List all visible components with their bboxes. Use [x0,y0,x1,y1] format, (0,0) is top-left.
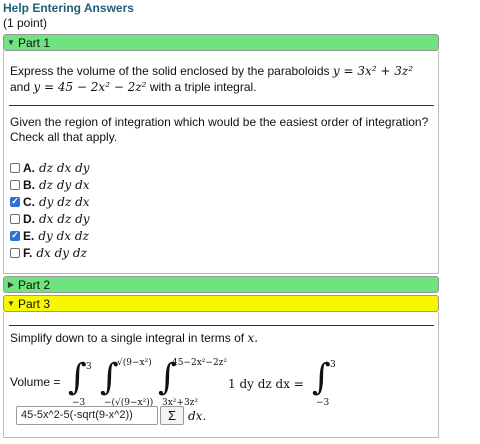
question-line-1: Given the region of integration which wo… [10,115,429,129]
expand-down-icon: ▼ [7,299,15,308]
problem-tail: with a triple integral. [149,80,257,94]
option-c-letter: C. [23,194,35,209]
checkbox-d[interactable] [10,213,20,224]
rhs-integral-icon: ∫ [312,357,331,398]
divider-2 [9,325,434,326]
part-1-label: Part 1 [18,35,51,50]
option-b-letter: B. [23,177,35,192]
equation-2: y = 45 − 2x² − 2z² [33,80,147,94]
part-3-label: Part 3 [18,296,51,311]
outer-integral-icon: ∫ [68,357,87,398]
option-f-letter: F. [23,245,33,260]
option-d-expr: dx dz dy [39,211,90,226]
divider-1 [9,105,434,106]
part-2-label: Part 2 [18,277,51,292]
problem-statement-line-2: and y = 45 − 2x² − 2z² with a triple int… [10,80,257,95]
problem-statement-line-1: Express the volume of the solid enclosed… [10,64,413,79]
question-line-2: Check all that apply. [10,130,118,144]
expand-down-icon: ▼ [7,38,15,47]
option-b[interactable]: B. dz dy dx [10,177,90,192]
option-d[interactable]: D. dx dz dy [10,211,90,226]
checkbox-c[interactable] [10,196,20,207]
volume-label: Volume = [10,375,61,389]
option-d-letter: D. [23,211,35,226]
rhs-upper-limit: 3 [330,360,336,370]
checkbox-e[interactable] [10,230,20,241]
part-1-header[interactable]: ▼ Part 1 [3,34,439,51]
help-entering-answers-link[interactable]: Help Entering Answers [3,1,134,15]
instruction-text: Simplify down to a single integral in te… [10,331,245,345]
equation-editor-button[interactable]: Σ [160,406,184,425]
option-f-expr: dx dy dz [36,245,87,260]
option-f[interactable]: F. dx dy dz [10,245,87,260]
option-b-expr: dz dy dx [39,177,90,192]
checkbox-b[interactable] [10,179,20,190]
option-a-letter: A. [23,160,35,175]
option-a-expr: dz dx dy [39,160,90,175]
part-3-header[interactable]: ▼ Part 3 [3,295,439,312]
inner-upper-limit: 45−2x²−2z² [172,358,228,368]
problem-intro: Express the volume of the solid enclosed… [10,64,330,78]
points-label: (1 point) [3,16,48,30]
middle-integral-icon: ∫ [100,357,119,398]
option-e-expr: dy dx dz [38,228,89,243]
part-2-header[interactable]: ▶ Part 2 [3,276,439,293]
problem-conj: and [10,80,31,94]
integrand-answer-input[interactable]: 45-5x^2-5(-sqrt(9-x^2)) [16,406,158,425]
rhs-lower-limit: −3 [316,398,330,408]
expand-right-icon: ▶ [7,280,15,289]
dx-label: dx. [188,409,207,423]
option-c[interactable]: C. dy dz dx [10,194,90,209]
option-e[interactable]: E. dy dx dz [10,228,89,243]
middle-upper-limit: √(9−x²) [117,358,152,368]
option-a[interactable]: A. dz dx dy [10,160,90,175]
instruction-var: x. [247,331,259,345]
checkbox-a[interactable] [10,162,20,173]
part-3-instruction: Simplify down to a single integral in te… [10,331,258,346]
outer-upper-limit: 3 [86,362,92,372]
integrand: 1 dy dz dx = [228,377,304,391]
checkbox-f[interactable] [10,247,20,258]
option-e-letter: E. [23,228,35,243]
equation-1: y = 3x² + 3z² [332,64,414,78]
option-c-expr: dy dz dx [39,194,90,209]
